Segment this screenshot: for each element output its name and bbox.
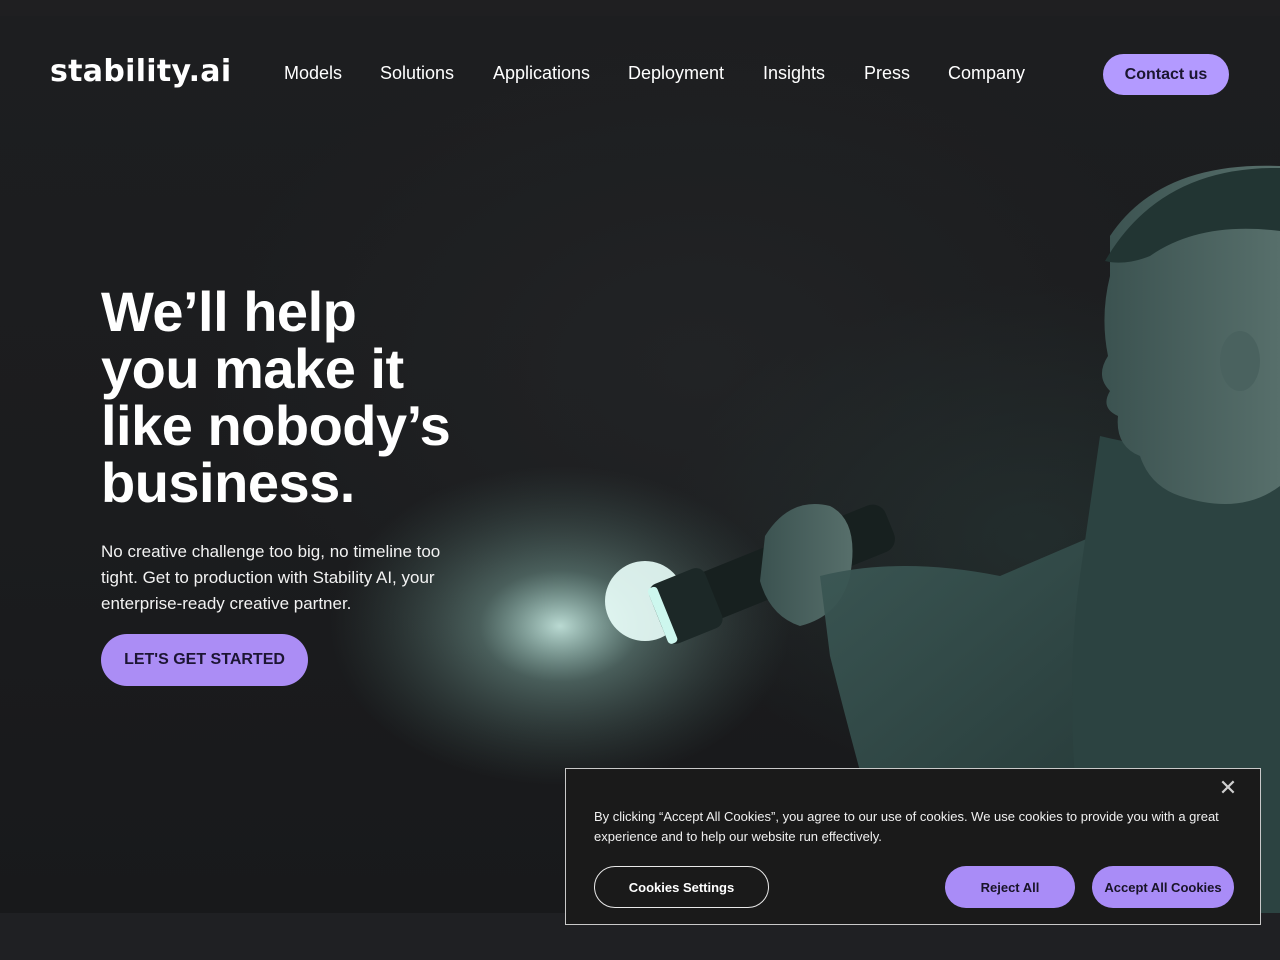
stability-logo[interactable]: stability.ai (50, 54, 231, 89)
hero-headline: We’ll help you make it like nobody’s bus… (101, 283, 521, 511)
nav-item-models[interactable]: Models (284, 63, 342, 84)
nav-item-company[interactable]: Company (948, 63, 1025, 84)
reject-all-button[interactable]: Reject All (945, 866, 1075, 908)
contact-us-button[interactable]: Contact us (1103, 54, 1229, 95)
cookie-banner: ✕ By clicking “Accept All Cookies”, you … (565, 768, 1261, 925)
get-started-button[interactable]: LET'S GET STARTED (101, 634, 308, 686)
nav-item-solutions[interactable]: Solutions (380, 63, 454, 84)
flashlight-beam (330, 466, 790, 786)
accept-all-cookies-button[interactable]: Accept All Cookies (1092, 866, 1234, 908)
headline-line: business. (101, 451, 355, 514)
hero-subtext: No creative challenge too big, no timeli… (101, 542, 441, 613)
cookies-settings-button[interactable]: Cookies Settings (594, 866, 769, 908)
cookie-text: By clicking “Accept All Cookies”, you ag… (594, 809, 1219, 844)
nav-item-deployment[interactable]: Deployment (628, 63, 724, 84)
browser-top-strip (0, 0, 1280, 16)
headline-line: We’ll help (101, 280, 357, 343)
nav-item-applications[interactable]: Applications (493, 63, 590, 84)
nav-item-insights[interactable]: Insights (763, 63, 825, 84)
nav-item-press[interactable]: Press (864, 63, 910, 84)
close-icon[interactable]: ✕ (1218, 778, 1238, 800)
headline-line: you make it (101, 337, 404, 400)
headline-line: like nobody’s (101, 394, 451, 457)
